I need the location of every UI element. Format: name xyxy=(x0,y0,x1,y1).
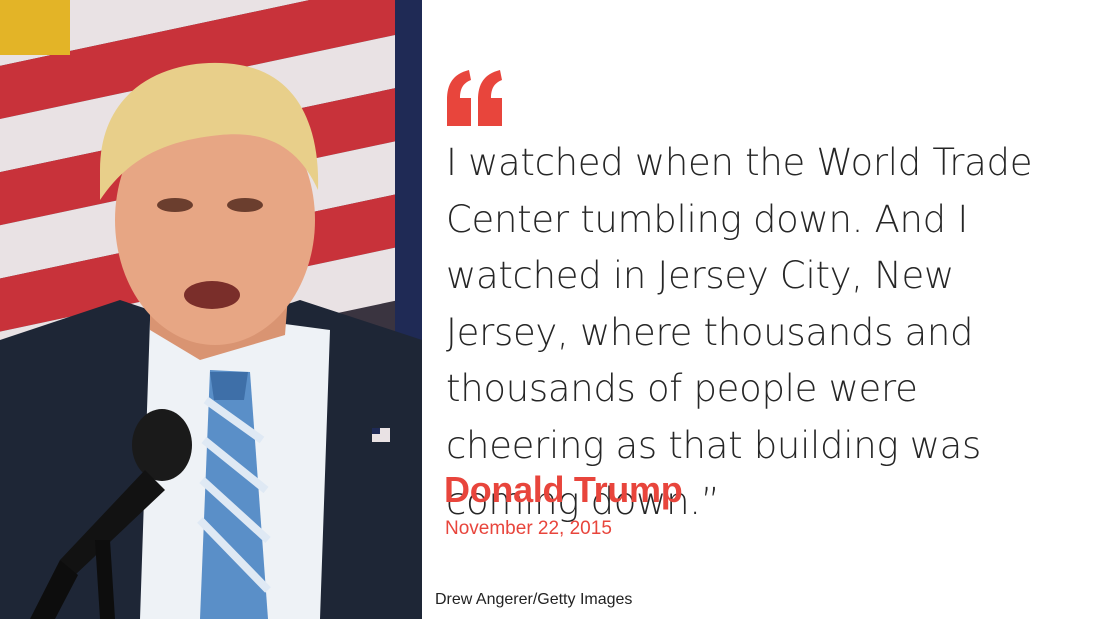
speaker-name: Donald Trump xyxy=(444,469,683,510)
speaker-photo xyxy=(0,0,422,619)
quote-mark-icon xyxy=(447,70,502,126)
photo-credit: Drew Angerer/Getty Images xyxy=(435,591,633,608)
quote-card: I watched when the World Trade Center tu… xyxy=(0,0,1100,619)
quote-date: November 22, 2015 xyxy=(445,518,612,539)
